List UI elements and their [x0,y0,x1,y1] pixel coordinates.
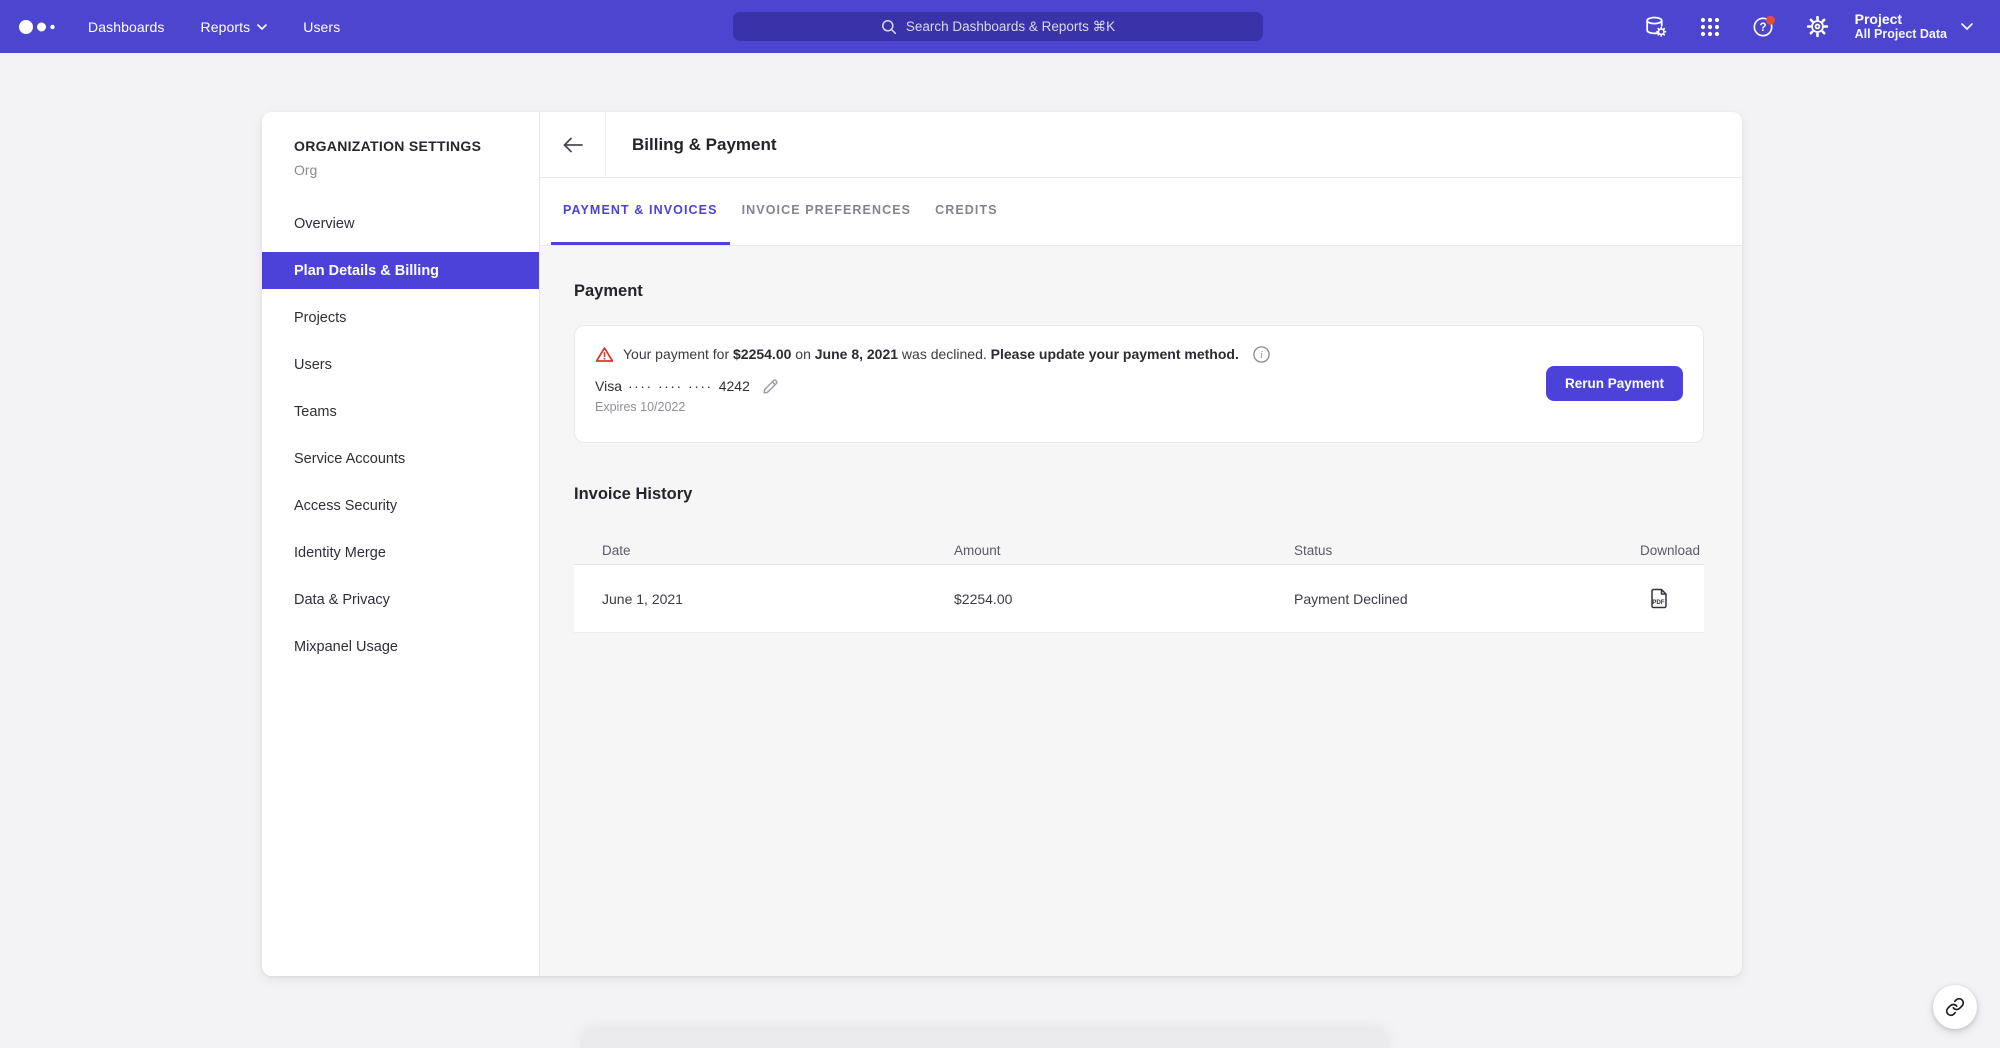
search-placeholder: Search Dashboards & Reports ⌘K [906,19,1115,35]
search-icon [881,19,897,35]
top-navbar: Dashboards Reports Users Search Dashboar… [0,0,2000,53]
link-icon [1945,997,1965,1017]
sidebar-item-projects[interactable]: Projects [262,299,539,336]
sidebar-item-users[interactable]: Users [262,346,539,383]
settings-sidebar: ORGANIZATION SETTINGS Org Overview Plan … [262,112,540,976]
tab-payment-invoices[interactable]: PAYMENT & INVOICES [551,178,730,245]
chevron-down-icon [257,24,267,30]
svg-text:?: ? [1759,22,1766,34]
invoice-history-heading: Invoice History [574,485,1704,504]
tab-invoice-preferences[interactable]: INVOICE PREFERENCES [730,178,924,245]
sidebar-title: ORGANIZATION SETTINGS [262,112,539,154]
card-masked-digits: ···· ···· ···· [628,376,713,396]
sidebar-item-data-privacy[interactable]: Data & Privacy [262,581,539,618]
project-label: Project [1855,11,1947,27]
pencil-icon [762,378,779,395]
database-gear-icon [1643,14,1668,39]
invoice-table: Date Amount Status Download June 1, 2021… [574,537,1704,633]
chevron-down-icon [1961,23,1973,30]
nav-users[interactable]: Users [303,19,340,35]
payment-card: Your payment for $2254.00 on June 8, 202… [574,325,1704,443]
card-on-file: Visa ···· ···· ···· 4242 [595,376,1683,396]
help-button[interactable]: ? [1751,14,1777,40]
invoice-amount: $2254.00 [926,591,1266,607]
settings-button[interactable] [1805,14,1831,40]
tab-credits[interactable]: CREDITS [923,178,1010,245]
sidebar-item-service-accounts[interactable]: Service Accounts [262,440,539,477]
nav-reports[interactable]: Reports [201,19,268,35]
page-title: Billing & Payment [632,135,777,155]
invoice-date: June 1, 2021 [574,591,926,607]
back-button[interactable] [540,112,606,177]
invoice-row: June 1, 2021 $2254.00 Payment Declined P… [574,565,1704,633]
copy-link-button[interactable] [1933,985,1977,1029]
sidebar-item-identity-merge[interactable]: Identity Merge [262,534,539,571]
project-value: All Project Data [1855,27,1947,41]
column-header-download: Download [1606,543,1704,558]
sidebar-item-plan-details-billing[interactable]: Plan Details & Billing [262,252,539,289]
invoice-status: Payment Declined [1266,591,1606,607]
grid-dots-icon [1698,15,1722,39]
card-expiry: Expires 10/2022 [595,400,1683,414]
sidebar-org-name: Org [262,154,539,178]
sidebar-item-mixpanel-usage[interactable]: Mixpanel Usage [262,628,539,665]
search-input[interactable]: Search Dashboards & Reports ⌘K [733,12,1263,41]
arrow-left-icon [562,137,584,153]
pdf-file-icon: PDF [1649,588,1668,609]
mixpanel-logo-icon [16,13,66,41]
sidebar-item-overview[interactable]: Overview [262,205,539,242]
invoice-table-header: Date Amount Status Download [574,537,1704,565]
card-last4: 4242 [719,376,750,396]
nav-reports-label: Reports [201,19,251,35]
payment-section-heading: Payment [574,282,1704,301]
data-management-button[interactable] [1643,14,1669,40]
gear-icon [1805,14,1830,39]
tab-bar: PAYMENT & INVOICES INVOICE PREFERENCES C… [540,178,1742,246]
navbar-right: ? Project [1615,0,2000,53]
tab-content: Payment Your payment for $2254.00 on Jun… [540,246,1742,976]
page-header: Billing & Payment [540,112,1742,178]
project-switcher[interactable]: Project All Project Data [1855,11,1973,41]
card-brand: Visa [595,376,622,396]
nav-items: Dashboards Reports Users [88,19,340,35]
payment-declined-alert: Your payment for $2254.00 on June 8, 202… [595,344,1683,364]
warning-triangle-icon [595,346,614,363]
sidebar-item-teams[interactable]: Teams [262,393,539,430]
sidebar-item-access-security[interactable]: Access Security [262,487,539,524]
apps-grid-button[interactable] [1697,14,1723,40]
svg-text:i: i [1260,350,1263,361]
help-icon: ? [1751,13,1777,40]
info-icon[interactable]: i [1253,346,1270,363]
settings-card: ORGANIZATION SETTINGS Org Overview Plan … [262,112,1742,976]
column-header-date: Date [574,543,926,558]
alert-text: Your payment for $2254.00 on June 8, 202… [623,344,1239,364]
column-header-status: Status [1266,543,1606,558]
nav-dashboards[interactable]: Dashboards [88,19,165,35]
download-pdf-button[interactable]: PDF [1649,588,1668,609]
sidebar-list: Overview Plan Details & Billing Projects… [262,205,539,665]
column-header-amount: Amount [926,543,1266,558]
svg-text:PDF: PDF [1652,599,1665,606]
edit-card-button[interactable] [762,378,779,395]
settings-main: Billing & Payment PAYMENT & INVOICES INV… [540,112,1742,976]
mixpanel-logo[interactable] [16,13,66,41]
rerun-payment-button[interactable]: Rerun Payment [1546,366,1683,401]
